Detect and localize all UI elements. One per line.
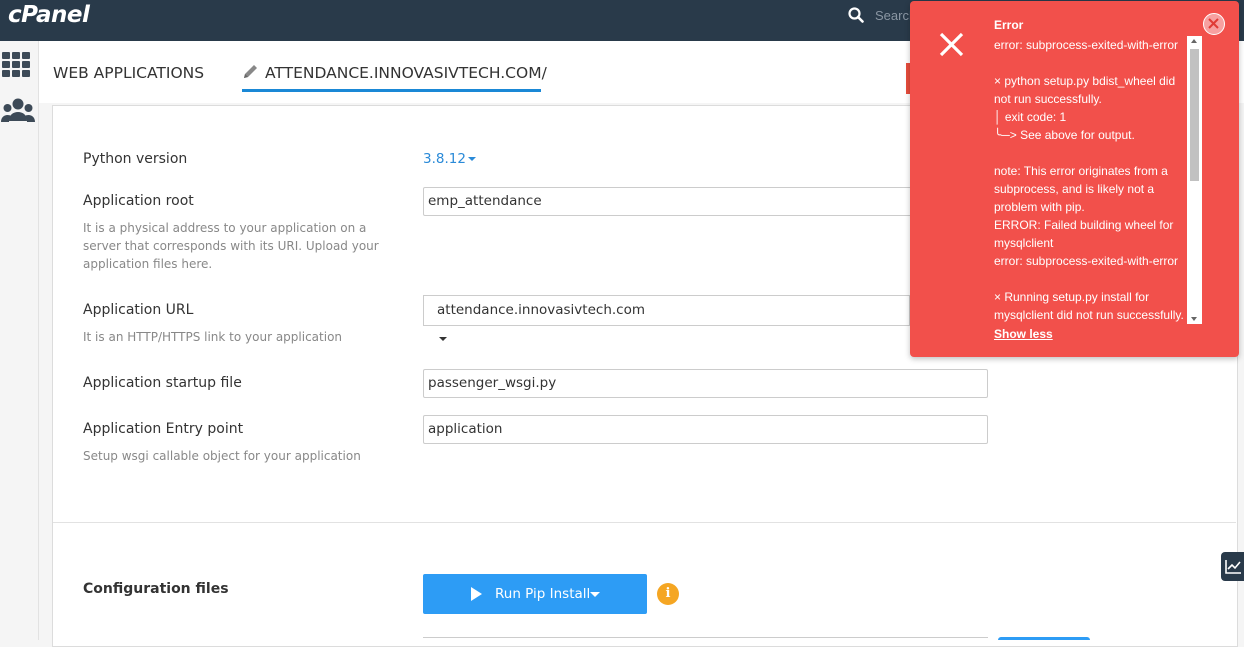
entry-point-help: Setup wsgi callable object for your appl… bbox=[83, 449, 361, 463]
scroll-up-icon[interactable] bbox=[1191, 39, 1197, 43]
stats-tab[interactable] bbox=[1221, 552, 1244, 581]
error-line: ╰─> See above for output. bbox=[994, 128, 1135, 142]
error-title: Error bbox=[994, 18, 1024, 32]
entry-point-label: Application Entry point bbox=[83, 421, 244, 437]
error-x-icon bbox=[938, 31, 965, 62]
caret-down-icon bbox=[439, 337, 447, 341]
left-sidebar bbox=[0, 41, 39, 640]
show-less-link[interactable]: Show less bbox=[994, 327, 1053, 341]
app-url-domain-select[interactable]: attendance.innovasivtech.com bbox=[423, 295, 651, 341]
error-scrollbar[interactable] bbox=[1187, 36, 1202, 324]
config-files-title: Configuration files bbox=[83, 581, 229, 597]
startup-file-input[interactable]: passenger_wsgi.py bbox=[423, 369, 988, 398]
config-file-input[interactable] bbox=[423, 637, 988, 641]
app-url-label: Application URL bbox=[83, 302, 194, 318]
cpanel-logo[interactable]: cPanel bbox=[8, 2, 90, 28]
info-icon[interactable]: i bbox=[657, 583, 679, 605]
python-version-value: 3.8.12 bbox=[423, 151, 466, 167]
error-line: │ exit code: 1 bbox=[994, 110, 1067, 124]
scroll-down-icon[interactable] bbox=[1191, 317, 1197, 321]
app-root-input[interactable]: emp_attendance bbox=[423, 187, 913, 216]
app-url-domain: attendance.innovasivtech.com bbox=[437, 302, 645, 318]
section-divider bbox=[53, 522, 1236, 523]
scroll-thumb[interactable] bbox=[1190, 49, 1199, 181]
error-line: × Running setup.py install for mysqlclie… bbox=[994, 290, 1184, 322]
app-url-help: It is an HTTP/HTTPS link to your applica… bbox=[83, 330, 343, 344]
error-line bbox=[994, 54, 1184, 72]
app-root-help: It is a physical address to your applica… bbox=[83, 221, 379, 271]
play-icon bbox=[471, 587, 482, 601]
app-root-label: Application root bbox=[83, 193, 194, 209]
error-line: × python setup.py bdist_wheel did not ru… bbox=[994, 74, 1176, 106]
error-line bbox=[994, 144, 1184, 162]
chart-icon bbox=[1225, 559, 1242, 578]
run-pip-install-button[interactable]: Run Pip Install bbox=[423, 574, 647, 614]
tab-current-application[interactable]: ATTENDANCE.INNOVASIVTECH.COM/ bbox=[265, 64, 547, 82]
python-version-dropdown[interactable]: 3.8.12 bbox=[423, 151, 476, 167]
error-line bbox=[994, 270, 1184, 288]
error-line: error: subprocess-exited-with-error bbox=[994, 38, 1179, 52]
run-pip-install-label: Run Pip Install bbox=[495, 586, 591, 602]
python-version-label: Python version bbox=[83, 151, 188, 167]
close-icon[interactable] bbox=[1203, 13, 1225, 35]
users-icon[interactable] bbox=[1, 97, 35, 131]
entry-point-input[interactable]: application bbox=[423, 415, 988, 444]
error-line: ERROR: Failed building wheel for mysqlcl… bbox=[994, 218, 1174, 250]
error-line: error: subprocess-exited-with-error bbox=[994, 254, 1179, 268]
app-url-path-input[interactable] bbox=[650, 295, 910, 326]
error-line: note: This error originates from a subpr… bbox=[994, 164, 1168, 214]
active-tab-indicator bbox=[242, 89, 541, 92]
pencil-icon bbox=[242, 63, 259, 84]
grid-icon[interactable] bbox=[1, 51, 33, 83]
caret-down-icon bbox=[467, 157, 476, 161]
search-icon[interactable] bbox=[848, 7, 864, 27]
tab-web-applications[interactable]: WEB APPLICATIONS bbox=[53, 64, 204, 82]
error-message: error: subprocess-exited-with-error × py… bbox=[994, 36, 1184, 326]
startup-file-label: Application startup file bbox=[83, 375, 242, 391]
error-toast: Error error: subprocess-exited-with-erro… bbox=[910, 1, 1239, 357]
caret-down-icon bbox=[590, 592, 600, 597]
